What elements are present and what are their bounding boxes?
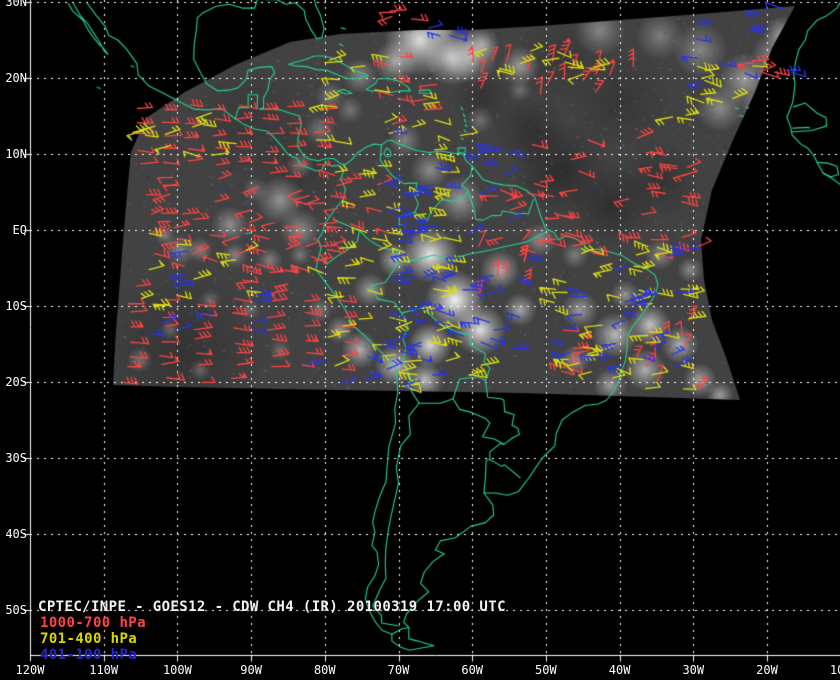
lon-tick-label: 100W [162,663,192,677]
lon-tick-label: 10W [829,663,840,677]
lat-tick-label: 40S [5,527,27,541]
legend-item-mid-level: 701-400 hPa [40,631,138,647]
lon-tick-label: 20W [756,663,778,677]
lat-tick-label: 20N [5,71,27,85]
satellite-map-canvas [0,0,840,680]
lat-tick-label: 30S [5,451,27,465]
lat-tick-label: 10S [5,299,27,313]
lat-tick-label: 30N [5,0,27,9]
lon-tick-label: 110W [89,663,119,677]
lon-tick-label: 80W [313,663,336,677]
lat-tick-label: EQ [12,223,27,237]
lon-tick-label: 120W [15,663,45,677]
lon-tick-label: 60W [461,663,484,677]
lat-tick-label: 10N [5,147,27,161]
lon-tick-label: 70W [387,663,410,677]
satellite-wind-map: 30N 20N 10N EQ 10S 20S 30S 40S 50S 120W 110W 100W 9… [0,0,840,680]
map-title: CPTEC/INPE - GOES12 - CDW CH4 (IR) 20100… [38,599,506,615]
lon-tick-label: 30W [682,663,705,677]
lat-tick-label: 50S [5,603,27,617]
lon-tick-label: 50W [535,663,557,677]
lon-tick-label: 40W [608,663,631,677]
legend-item-high-level: 401-100 hPa [40,647,138,663]
lon-tick-label: 90W [240,663,262,677]
lat-tick-label: 20S [5,375,27,389]
legend-item-low-level: 1000-700 hPa [40,615,146,631]
